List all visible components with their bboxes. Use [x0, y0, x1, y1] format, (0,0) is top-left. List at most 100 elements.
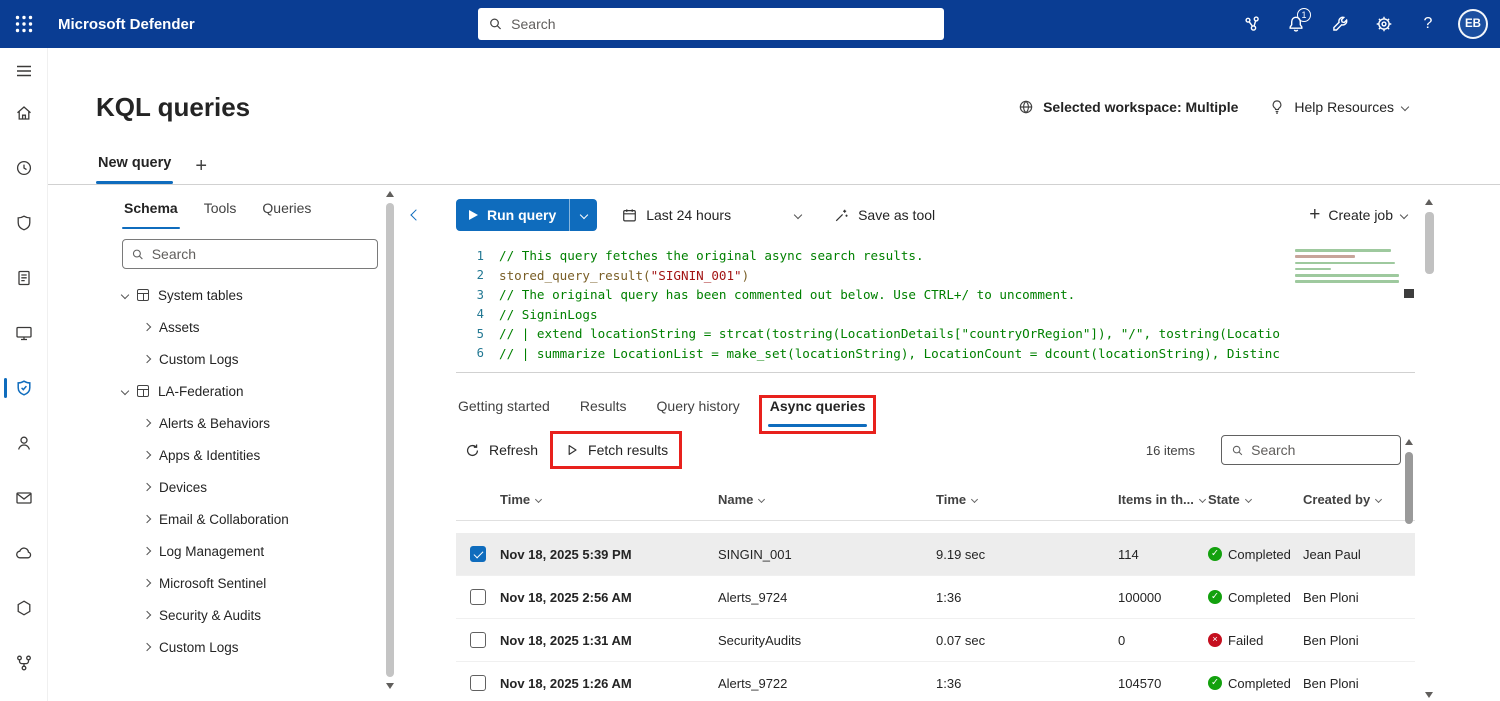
tree-item-custom-logs[interactable]: Custom Logs: [122, 631, 378, 663]
nav-incidents-button[interactable]: [0, 155, 48, 181]
save-as-tool-button[interactable]: Save as tool: [825, 202, 943, 229]
chevron-down-icon[interactable]: [120, 290, 130, 300]
tree-item-alerts-behaviors[interactable]: Alerts & Behaviors: [122, 407, 378, 439]
column-header-created-by[interactable]: Created by: [1303, 492, 1415, 507]
nav-system-button[interactable]: [0, 650, 48, 676]
tree-item-email-collaboration[interactable]: Email & Collaboration: [122, 503, 378, 535]
chevron-right-icon[interactable]: [142, 642, 152, 652]
nav-cloud-apps-button[interactable]: [0, 540, 48, 566]
results-search-input[interactable]: [1251, 442, 1391, 458]
results-tab-getting-started[interactable]: Getting started: [456, 398, 552, 427]
chevron-right-icon[interactable]: [142, 450, 152, 460]
scroll-up-arrow[interactable]: [1405, 439, 1413, 445]
nav-identities-button[interactable]: [0, 430, 48, 456]
time-range-dropdown[interactable]: Last 24 hours: [613, 202, 809, 229]
chevron-right-icon[interactable]: [142, 546, 152, 556]
results-tab-results[interactable]: Results: [578, 398, 629, 427]
row-checkbox[interactable]: [470, 675, 486, 691]
chevron-right-icon[interactable]: [142, 514, 152, 524]
schema-tab-queries[interactable]: Queries: [260, 197, 313, 229]
settings-button[interactable]: [1362, 0, 1406, 48]
run-query-dropdown[interactable]: [569, 199, 598, 231]
refresh-button[interactable]: Refresh: [456, 437, 546, 464]
results-tab-async-queries[interactable]: Async queries: [767, 398, 868, 427]
schema-search-box[interactable]: [122, 239, 378, 269]
scroll-thumb[interactable]: [1405, 452, 1413, 524]
table-row[interactable]: Nov 18, 2025 5:39 PM SINGIN_001 9.19 sec 11…: [456, 533, 1415, 576]
cell-items: 100000: [1118, 589, 1162, 605]
nav-menu-button[interactable]: [0, 58, 48, 84]
search-icon: [1232, 445, 1243, 455]
global-search-box[interactable]: [478, 8, 944, 40]
scroll-thumb[interactable]: [1404, 289, 1414, 298]
run-query-button[interactable]: Run query: [456, 199, 570, 231]
scroll-down-arrow[interactable]: [386, 683, 394, 689]
nav-app-governance-button[interactable]: [0, 595, 48, 621]
chevron-right-icon[interactable]: [142, 322, 152, 332]
create-job-dropdown[interactable]: + Create job: [1301, 202, 1415, 228]
tree-item-la-federation[interactable]: LA-Federation: [120, 375, 378, 407]
nav-hunting-button[interactable]: [0, 375, 48, 401]
scroll-up-arrow[interactable]: [1425, 199, 1433, 205]
workspace-selector[interactable]: Selected workspace: Multiple: [1017, 98, 1238, 116]
schema-scrollbar[interactable]: [384, 189, 396, 691]
editor-minimap[interactable]: [1295, 249, 1399, 287]
chevron-right-icon[interactable]: [142, 482, 152, 492]
column-header-name[interactable]: Name: [718, 492, 936, 507]
row-checkbox[interactable]: [470, 589, 486, 605]
column-header-items-in-th[interactable]: Items in th...: [1118, 492, 1208, 507]
column-header-state[interactable]: State: [1208, 492, 1303, 507]
tree-item-microsoft-sentinel[interactable]: Microsoft Sentinel: [122, 567, 378, 599]
code-editor[interactable]: 1 // This query fetches the original asyn…: [456, 241, 1415, 373]
chevron-right-icon[interactable]: [142, 578, 152, 588]
nav-secure-score-button[interactable]: [0, 210, 48, 236]
tree-item-apps-identities[interactable]: Apps & Identities: [122, 439, 378, 471]
global-search-input[interactable]: [511, 16, 934, 32]
avatar[interactable]: EB: [1458, 9, 1488, 39]
scroll-thumb[interactable]: [1424, 212, 1434, 274]
line-number: 6: [476, 346, 484, 361]
schema-tab-schema[interactable]: Schema: [122, 197, 180, 229]
column-header-time[interactable]: Time: [500, 492, 718, 507]
nav-email-button[interactable]: [0, 485, 48, 511]
nav-reports-button[interactable]: [0, 265, 48, 291]
schema-search-input[interactable]: [151, 246, 369, 262]
fetch-results-button[interactable]: Fetch results: [556, 437, 676, 463]
add-query-tab-button[interactable]: +: [189, 156, 213, 184]
skills-hub-button[interactable]: [1230, 0, 1274, 48]
chevron-right-icon[interactable]: [142, 610, 152, 620]
help-button[interactable]: ?: [1406, 0, 1450, 48]
tree-item-log-management[interactable]: Log Management: [122, 535, 378, 567]
table-row[interactable]: Nov 18, 2025 1:31 AM SecurityAudits 0.07 s…: [456, 619, 1415, 662]
tree-item-system-tables[interactable]: System tables: [120, 279, 378, 311]
tree-item-security-audits[interactable]: Security & Audits: [122, 599, 378, 631]
tree-item-assets[interactable]: Assets: [122, 311, 378, 343]
table-row[interactable]: Nov 18, 2025 1:26 AM Alerts_9722 1:36 10457…: [456, 662, 1415, 701]
results-tab-query-history[interactable]: Query history: [655, 398, 742, 427]
table-scrollbar[interactable]: [1403, 435, 1415, 701]
help-resources-menu[interactable]: Help Resources: [1268, 98, 1410, 116]
tree-item-custom-logs[interactable]: Custom Logs: [122, 343, 378, 375]
schema-tab-tools[interactable]: Tools: [202, 197, 239, 229]
tools-button[interactable]: [1318, 0, 1362, 48]
results-search-box[interactable]: [1221, 435, 1401, 465]
tree-item-devices[interactable]: Devices: [122, 471, 378, 503]
tab-new-query[interactable]: New query: [96, 155, 174, 184]
table-row[interactable]: Nov 18, 2025 2:56 AM Alerts_9724 1:36 10000…: [456, 576, 1415, 619]
collapse-panel-button[interactable]: [410, 207, 422, 222]
chevron-down-icon[interactable]: [120, 386, 130, 396]
column-header-time[interactable]: Time: [936, 492, 1118, 507]
notifications-button[interactable]: 1: [1274, 0, 1318, 48]
nav-devices-button[interactable]: [0, 320, 48, 346]
scroll-thumb[interactable]: [386, 203, 394, 677]
row-checkbox[interactable]: [470, 546, 486, 562]
scroll-down-arrow[interactable]: [1425, 692, 1433, 698]
row-checkbox[interactable]: [470, 632, 486, 648]
chevron-right-icon[interactable]: [142, 418, 152, 428]
page-scrollbar[interactable]: [1422, 196, 1436, 701]
app-launcher-button[interactable]: [0, 0, 48, 48]
nav-home-button[interactable]: [0, 100, 48, 126]
editor-scrollbar[interactable]: [1403, 241, 1415, 372]
chevron-right-icon[interactable]: [142, 354, 152, 364]
scroll-up-arrow[interactable]: [386, 191, 394, 197]
